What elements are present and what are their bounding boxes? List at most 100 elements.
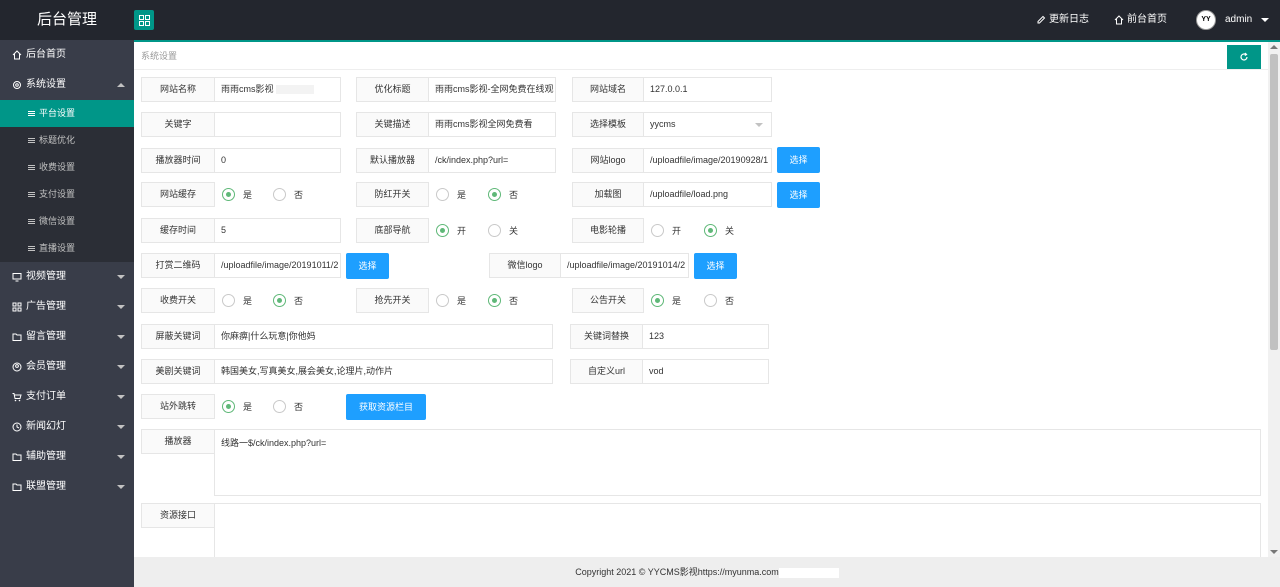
replace-words-label: 关键词替换 xyxy=(570,324,643,349)
domain-input[interactable]: 127.0.0.1 xyxy=(644,77,772,102)
sidebar-item-ads[interactable]: 广告管理 xyxy=(0,292,134,322)
sidebar-item-label: 会员管理 xyxy=(26,361,66,372)
sidebar-subitem-charge[interactable]: 收费设置 xyxy=(0,154,134,181)
site-cache-radio-no[interactable]: 否 xyxy=(273,182,303,207)
user-menu[interactable]: YY admin xyxy=(1196,0,1270,40)
custom-url-input[interactable]: vod xyxy=(643,359,769,384)
clock-icon xyxy=(12,422,22,432)
anti-red-radio-no[interactable]: 否 xyxy=(488,182,518,207)
cart-icon xyxy=(12,393,22,402)
template-label: 选择模板 xyxy=(572,112,644,137)
radio-label: 否 xyxy=(725,296,735,306)
reward-qr-input[interactable]: /uploadfile/image/20191011/2 xyxy=(215,253,341,278)
radio-checked-icon xyxy=(704,224,717,237)
get-resource-button[interactable]: 获取资源栏目 xyxy=(346,394,426,420)
notice-radio-yes[interactable]: 是 xyxy=(651,288,681,313)
sidebar-item-video[interactable]: 视频管理 xyxy=(0,262,134,292)
wechat-logo-select-button[interactable]: 选择 xyxy=(694,253,737,279)
resource-api-textarea[interactable] xyxy=(214,503,1261,557)
sidebar-subitem-title-seo[interactable]: 标题优化 xyxy=(0,127,134,154)
carousel-radio-on[interactable]: 开 xyxy=(651,218,681,243)
cache-time-input[interactable]: 5 xyxy=(215,218,341,243)
player-label: 播放器 xyxy=(141,429,215,454)
sidebar: 后台首页 系统设置 平台设置 标题优化 收费设置 支付设置 微信设置 直播设置 … xyxy=(0,40,134,587)
sidebar-item-label: 后台首页 xyxy=(26,49,66,60)
template-value: yycms xyxy=(650,119,676,129)
default-player-input[interactable]: /ck/index.php?url= xyxy=(429,148,556,173)
sidebar-item-messages[interactable]: 留言管理 xyxy=(0,322,134,352)
sidebar-item-home[interactable]: 后台首页 xyxy=(0,40,134,70)
charge-radio-no[interactable]: 否 xyxy=(273,288,303,313)
subitem-label: 平台设置 xyxy=(39,108,76,118)
site-name-input[interactable]: 雨雨cms影视 xyxy=(215,77,341,102)
loading-img-input[interactable]: /uploadfile/load.png xyxy=(644,182,772,207)
scroll-up-icon[interactable] xyxy=(1270,45,1278,49)
sidebar-item-members[interactable]: 会员管理 xyxy=(0,352,134,382)
chevron-down-icon xyxy=(117,395,125,399)
changelog-link[interactable]: 更新日志 xyxy=(1036,0,1089,40)
seo-title-label: 优化标题 xyxy=(356,77,429,102)
player-textarea[interactable]: 线路一$/ck/index.php?url= xyxy=(214,429,1261,496)
beauty-words-input[interactable]: 韩国美女,写真美女,展会美女,论理片,动作片 xyxy=(215,359,553,384)
keywords-input[interactable] xyxy=(215,112,341,137)
scroll-down-icon[interactable] xyxy=(1270,550,1278,554)
resource-api-label: 资源接口 xyxy=(141,503,215,528)
notice-radio-no[interactable]: 否 xyxy=(704,288,734,313)
sidebar-item-news[interactable]: 新闻幻灯 xyxy=(0,412,134,442)
anti-red-radio-yes[interactable]: 是 xyxy=(436,182,466,207)
first-look-radio-yes[interactable]: 是 xyxy=(436,288,466,313)
external-jump-radio-no[interactable]: 否 xyxy=(273,394,303,419)
sidebar-subitem-payment[interactable]: 支付设置 xyxy=(0,181,134,208)
reward-qr-select-button[interactable]: 选择 xyxy=(346,253,389,279)
apps-icon xyxy=(12,302,22,312)
reward-qr-label: 打赏二维码 xyxy=(141,253,215,278)
seo-title-input[interactable]: 雨雨cms影视-全网免费在线观 xyxy=(429,77,556,102)
block-words-input[interactable]: 你麻痹|什么玩意|你他妈 xyxy=(215,324,553,349)
sidebar-item-union[interactable]: 联盟管理 xyxy=(0,472,134,502)
sidebar-item-orders[interactable]: 支付订单 xyxy=(0,382,134,412)
wechat-logo-input[interactable]: /uploadfile/image/20191014/2 xyxy=(561,253,689,278)
frontpage-link[interactable]: 前台首页 xyxy=(1114,0,1167,40)
list-icon xyxy=(28,192,35,197)
radio-checked-icon xyxy=(488,188,501,201)
radio-label: 是 xyxy=(457,190,467,200)
template-select[interactable]: yycms xyxy=(644,112,772,137)
scrollbar-thumb[interactable] xyxy=(1270,54,1278,350)
default-player-label: 默认播放器 xyxy=(356,148,429,173)
radio-label: 是 xyxy=(243,296,253,306)
player-time-input[interactable]: 0 xyxy=(215,148,341,173)
site-logo-input[interactable]: /uploadfile/image/20190928/1 xyxy=(644,148,772,173)
charge-radio-yes[interactable]: 是 xyxy=(222,288,252,313)
replace-words-input[interactable]: 123 xyxy=(643,324,769,349)
grid-menu-icon[interactable] xyxy=(134,10,154,30)
sidebar-subitem-live[interactable]: 直播设置 xyxy=(0,235,134,262)
first-look-radio-no[interactable]: 否 xyxy=(488,288,518,313)
sidebar-subitem-platform[interactable]: 平台设置 xyxy=(0,100,134,127)
bottom-nav-radio-off[interactable]: 关 xyxy=(488,218,518,243)
radio-label: 否 xyxy=(509,296,519,306)
radio-label: 否 xyxy=(509,190,519,200)
scrollbar[interactable] xyxy=(1268,42,1280,557)
radio-unchecked-icon xyxy=(273,188,286,201)
beauty-words-label: 美剧关键词 xyxy=(141,359,215,384)
bottom-nav-radio-on[interactable]: 开 xyxy=(436,218,466,243)
avatar: YY xyxy=(1196,10,1216,30)
sidebar-subitem-wechat[interactable]: 微信设置 xyxy=(0,208,134,235)
site-logo-select-button[interactable]: 选择 xyxy=(777,147,820,173)
refresh-button[interactable] xyxy=(1227,45,1261,69)
folder-icon xyxy=(12,483,22,491)
anti-red-label: 防红开关 xyxy=(356,182,429,207)
site-name-value: 雨雨cms影视 xyxy=(221,84,274,94)
site-cache-radio-yes[interactable]: 是 xyxy=(222,182,252,207)
carousel-radio-off[interactable]: 关 xyxy=(704,218,734,243)
refresh-icon xyxy=(1240,52,1248,61)
description-input[interactable]: 雨雨cms影视全网免费看 xyxy=(429,112,556,137)
chevron-down-icon xyxy=(117,365,125,369)
sidebar-item-system[interactable]: 系统设置 xyxy=(0,70,134,100)
loading-img-select-button[interactable]: 选择 xyxy=(777,182,820,208)
sidebar-item-aux[interactable]: 辅助管理 xyxy=(0,442,134,472)
radio-label: 开 xyxy=(672,226,682,236)
custom-url-label: 自定义url xyxy=(570,359,643,384)
first-look-label: 抢先开关 xyxy=(356,288,429,313)
external-jump-radio-yes[interactable]: 是 xyxy=(222,394,252,419)
